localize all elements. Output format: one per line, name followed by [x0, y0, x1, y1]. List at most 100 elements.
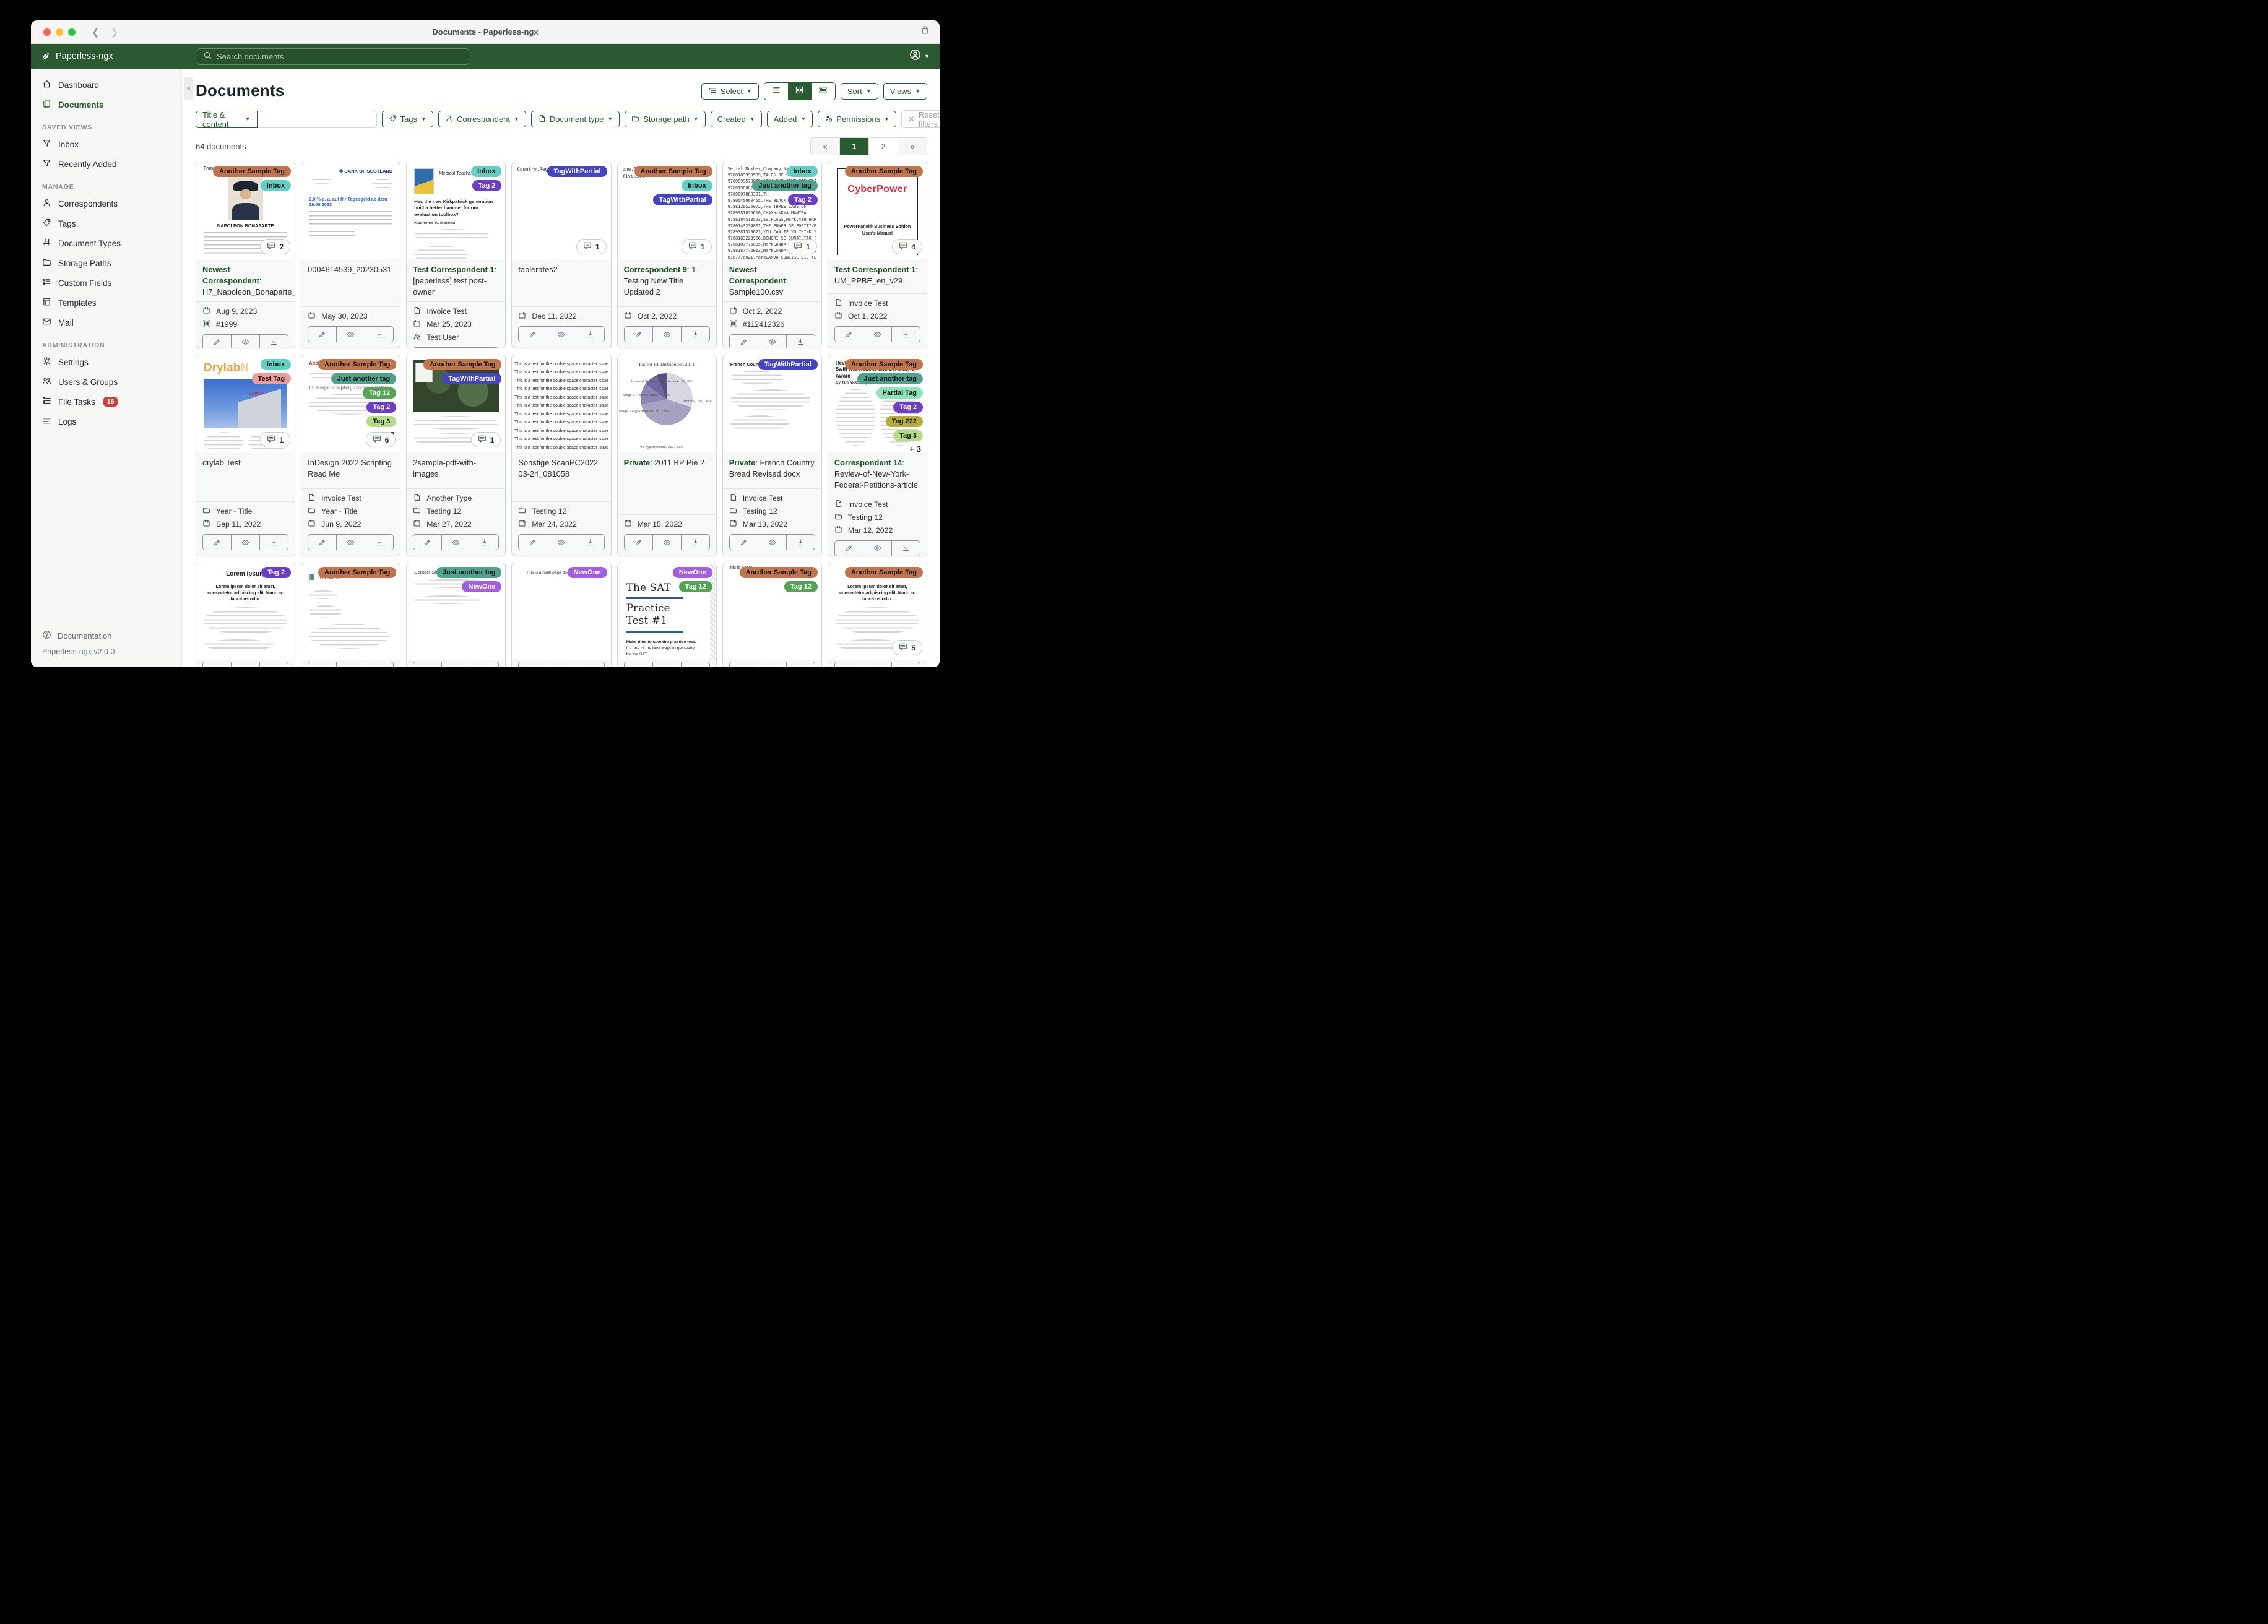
view-document-button[interactable]: [442, 662, 471, 667]
sidebar-item-mail[interactable]: Mail: [31, 313, 181, 332]
document-title[interactable]: Correspondent 14: Review-of-New-York-Fed…: [828, 452, 927, 495]
filter-tags-button[interactable]: Tags ▼: [381, 111, 433, 127]
tag-pill[interactable]: Another Sample Tag: [318, 359, 397, 370]
view-document-button[interactable]: [547, 327, 576, 342]
document-correspondent[interactable]: Test Correspondent 1: [413, 265, 494, 274]
tag-pill[interactable]: Tag 2: [366, 402, 397, 413]
edit-document-button[interactable]: [624, 327, 653, 342]
download-document-button[interactable]: [576, 662, 604, 667]
edit-document-button[interactable]: [308, 535, 337, 550]
tag-pill[interactable]: Test Tag: [251, 373, 292, 384]
document-correspondent[interactable]: Test Correspondent 1: [834, 265, 915, 274]
view-document-button[interactable]: [442, 535, 471, 550]
view-document-button[interactable]: [652, 535, 682, 550]
tag-pill[interactable]: TagWithPartial: [547, 166, 607, 177]
tag-pill[interactable]: Tag 2: [893, 402, 923, 413]
tag-pill[interactable]: Tag 2: [472, 180, 502, 191]
tag-pill[interactable]: Just another tag: [436, 567, 502, 578]
download-document-button[interactable]: [576, 535, 604, 550]
edit-document-button[interactable]: [624, 662, 653, 667]
document-card[interactable]: Country,Region/State,"TagWithPartial1tab…: [511, 162, 612, 348]
view-document-button[interactable]: [337, 327, 366, 342]
document-card[interactable]: Lorem ipsumLorem ipsum dolor sit amet, c…: [827, 563, 927, 667]
document-card[interactable]: This is a test Another Sample Tag Tag 12: [722, 563, 822, 667]
document-title[interactable]: Correspondent 9: 1 Testing New Title Upd…: [618, 259, 716, 301]
reset-filters-button[interactable]: ✕ Reset filters: [901, 110, 940, 129]
view-toggle-list[interactable]: [764, 83, 788, 100]
download-document-button[interactable]: [681, 662, 709, 667]
document-card[interactable]: ✻ BANK OF SCOTLAND 2,0 % p. a. auf Ihr Ta…: [301, 162, 401, 348]
download-document-button[interactable]: [786, 535, 815, 550]
document-title[interactable]: 2sample-pdf-with-images: [407, 452, 505, 483]
document-correspondent[interactable]: Private: [729, 458, 756, 467]
view-document-button[interactable]: [758, 334, 787, 348]
tag-pill[interactable]: Another Sample Tag: [844, 567, 923, 578]
download-document-button[interactable]: [365, 535, 394, 550]
view-document-button[interactable]: [337, 535, 366, 550]
sidebar-item-dashboard[interactable]: Dashboard: [31, 75, 181, 95]
views-button[interactable]: Views ▼: [883, 83, 927, 100]
edit-document-button[interactable]: [308, 327, 337, 342]
document-card[interactable]: one,1.0 five,5.0 Another Sample Tag Inbox T…: [617, 162, 717, 348]
pager-page-1[interactable]: 1: [840, 138, 869, 155]
tag-pill[interactable]: Another Sample Tag: [844, 359, 923, 370]
download-document-button[interactable]: [365, 662, 394, 667]
document-card[interactable]: DrylabN NETFLIX Inbox Test Tag 1 drylab Test Y…: [196, 355, 296, 556]
view-document-button[interactable]: [863, 662, 892, 667]
edit-document-button[interactable]: [203, 334, 232, 348]
global-search[interactable]: Search documents: [197, 48, 469, 65]
sidebar-item-custom-fields[interactable]: Custom Fields: [31, 273, 181, 293]
filter-text-input[interactable]: [257, 110, 377, 128]
edit-document-button[interactable]: [203, 535, 232, 550]
document-title[interactable]: Newest Correspondent: H7_Napoleon_Bonapa…: [196, 259, 295, 301]
download-document-button[interactable]: [470, 535, 499, 550]
view-document-button[interactable]: [758, 535, 787, 550]
filter-storage-path-button[interactable]: Storage path ▼: [625, 111, 706, 127]
download-document-button[interactable]: [576, 327, 604, 342]
tag-pill[interactable]: NewOne: [462, 581, 502, 592]
tag-pill[interactable]: Tag 2: [261, 567, 292, 578]
download-document-button[interactable]: [681, 327, 709, 342]
tag-pill[interactable]: NewOne: [672, 567, 712, 578]
filter-correspondent-button[interactable]: Correspondent ▼: [438, 111, 526, 127]
filter-created-button[interactable]: Created ▼: [710, 111, 762, 127]
document-title[interactable]: InDesign 2022 Scripting Read Me: [301, 452, 400, 483]
tag-pill[interactable]: TagWithPartial: [758, 359, 818, 370]
document-title[interactable]: tablerates2: [512, 259, 610, 279]
document-card[interactable]: Francja pod rNAPOLEON BONAPARTEAnother S…: [196, 162, 296, 348]
view-toggle-detail[interactable]: [811, 83, 835, 100]
edit-document-button[interactable]: [519, 327, 548, 342]
pager-next-button[interactable]: »: [898, 138, 927, 155]
sidebar-item-documents[interactable]: Documents: [31, 95, 181, 114]
edit-document-button[interactable]: [413, 662, 443, 667]
sidebar-collapse-button[interactable]: «: [184, 77, 193, 100]
sidebar-item-inbox[interactable]: Inbox: [31, 134, 181, 154]
edit-document-button[interactable]: [834, 540, 863, 556]
sidebar-item-logs[interactable]: Logs: [31, 412, 181, 431]
sidebar-item-correspondents[interactable]: Correspondents: [31, 194, 181, 214]
view-document-button[interactable]: [863, 540, 892, 556]
document-title[interactable]: Test Correspondent 1: UM_PPBE_en_v29: [828, 259, 927, 290]
tag-pill[interactable]: Another Sample Tag: [318, 567, 397, 578]
document-card[interactable]: The SAT Practice Test #1 Make time to take …: [617, 563, 717, 667]
user-menu[interactable]: ▼: [909, 49, 930, 64]
tag-pill[interactable]: Another Sample Tag: [423, 359, 502, 370]
tag-pill[interactable]: Inbox: [787, 166, 818, 177]
sidebar-item-users-groups[interactable]: Users & Groups: [31, 372, 181, 392]
select-button[interactable]: Select ▼: [701, 83, 759, 100]
document-correspondent[interactable]: Newest Correspondent: [202, 265, 259, 285]
download-document-button[interactable]: [365, 327, 394, 342]
download-document-button[interactable]: [891, 327, 920, 342]
edit-document-button[interactable]: [729, 334, 758, 348]
view-document-button[interactable]: [863, 327, 892, 342]
tag-pill[interactable]: Another Sample Tag: [844, 166, 923, 177]
document-title[interactable]: 0004814539_20230531: [301, 259, 400, 279]
tag-pill[interactable]: Inbox: [682, 180, 712, 191]
document-title[interactable]: Private: French Country Bread Revised.do…: [723, 452, 821, 483]
filter-added-button[interactable]: Added ▼: [766, 111, 813, 127]
document-card[interactable]: French Country Bread TagWithPartial Privat…: [722, 355, 822, 556]
view-toggle-grid[interactable]: [787, 83, 812, 100]
view-document-button[interactable]: [232, 535, 261, 550]
download-document-button[interactable]: [260, 334, 288, 348]
document-card[interactable]: Review of Arbitral Awards shows Swift Re…: [827, 355, 927, 556]
